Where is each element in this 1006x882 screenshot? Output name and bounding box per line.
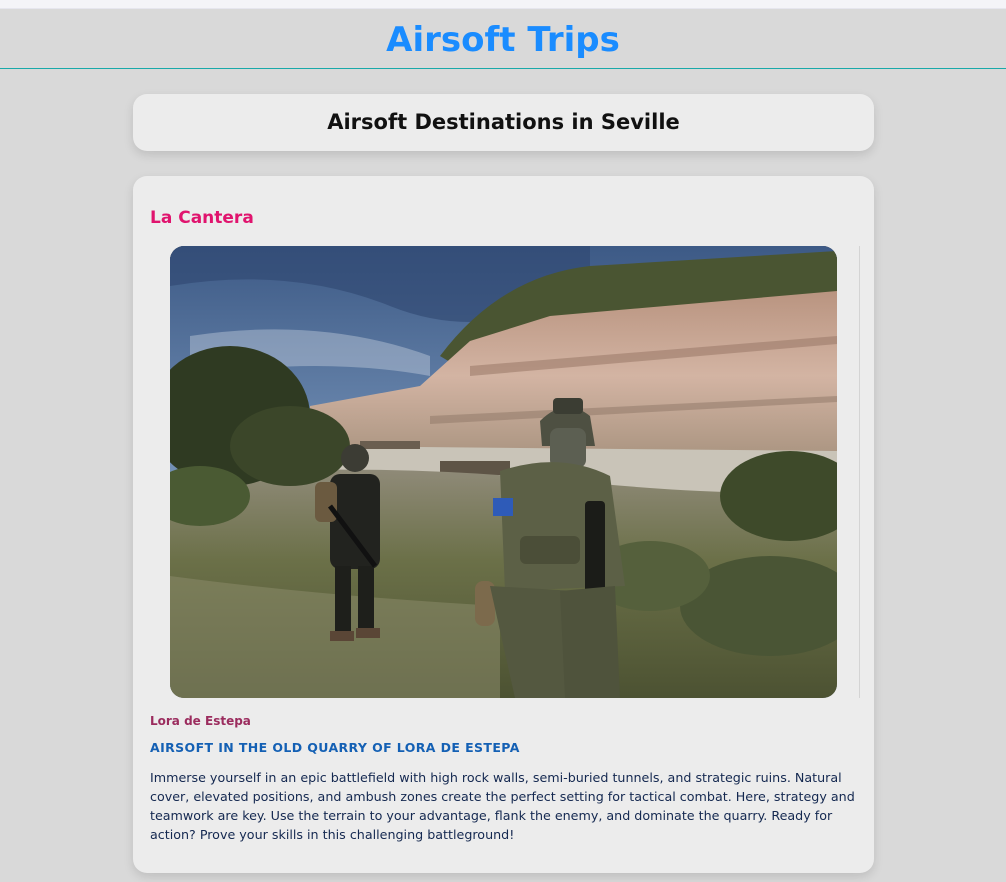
site-title: Airsoft Trips [386,20,620,60]
browser-top-strip [0,0,1006,9]
destination-location: Lora de Estepa [150,714,251,728]
destination-card: La Cantera Lora de Estepa AIRSOFT IN THE… [133,176,874,873]
image-scroll-track [859,246,860,698]
section-header: Airsoft Destinations in Seville [133,94,874,151]
site-header: Airsoft Trips [0,9,1006,69]
destination-subtitle: AIRSOFT IN THE OLD QUARRY OF LORA DE EST… [150,740,520,755]
destination-name: La Cantera [150,208,254,228]
destination-description: Immerse yourself in an epic battlefield … [150,770,855,842]
section-title: Airsoft Destinations in Seville [327,110,680,134]
destination-image [170,246,837,698]
quarry-photo [170,246,837,698]
